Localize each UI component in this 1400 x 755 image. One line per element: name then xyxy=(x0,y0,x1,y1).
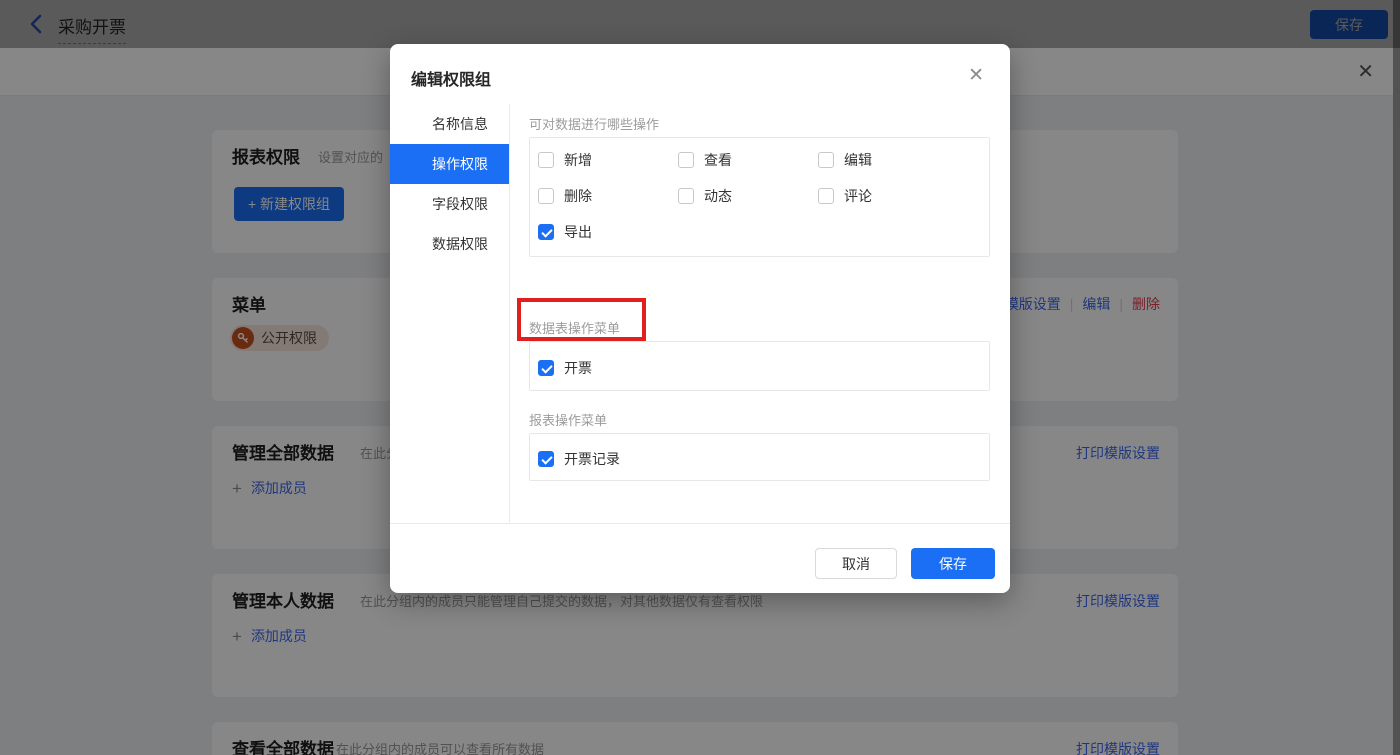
group-label-report-menu: 报表操作菜单 xyxy=(529,410,607,429)
group-label-data-ops: 可对数据进行哪些操作 xyxy=(529,114,659,133)
annotation-highlight-box xyxy=(517,298,646,341)
checkbox-option[interactable]: 开票记录 xyxy=(538,449,620,469)
checkbox-unchecked[interactable] xyxy=(818,152,834,168)
checkbox-unchecked[interactable] xyxy=(818,188,834,204)
checkbox-checked[interactable] xyxy=(538,451,554,467)
checkbox-unchecked[interactable] xyxy=(538,152,554,168)
tab-operation-permission[interactable]: 操作权限 xyxy=(390,144,509,184)
checkbox-option[interactable]: 评论 xyxy=(818,186,872,206)
save-button[interactable]: 保存 xyxy=(911,548,995,579)
tab-name-info[interactable]: 名称信息 xyxy=(390,104,509,144)
checkbox-option[interactable]: 导出 xyxy=(538,222,592,242)
modal-tab-sidebar: 名称信息 操作权限 字段权限 数据权限 xyxy=(390,104,510,523)
checkbox-option[interactable]: 编辑 xyxy=(818,150,872,170)
tab-data-permission[interactable]: 数据权限 xyxy=(390,224,509,264)
checkbox-option[interactable]: 开票 xyxy=(538,358,592,378)
checkbox-checked[interactable] xyxy=(538,224,554,240)
tab-field-permission[interactable]: 字段权限 xyxy=(390,184,509,224)
checkbox-option[interactable]: 查看 xyxy=(678,150,732,170)
cancel-button[interactable]: 取消 xyxy=(815,548,897,579)
topbar-dim-overlay xyxy=(0,0,1400,48)
modal-title: 编辑权限组 xyxy=(411,66,491,90)
modal-footer-divider xyxy=(390,523,1010,524)
checkbox-checked[interactable] xyxy=(538,360,554,376)
checkbox-option[interactable]: 动态 xyxy=(678,186,732,206)
edit-permission-group-modal: 编辑权限组 ✕ 名称信息 操作权限 字段权限 数据权限 可对数据进行哪些操作 新… xyxy=(390,44,1010,593)
report-menu-box: 开票记录 xyxy=(529,433,990,481)
checkbox-option[interactable]: 删除 xyxy=(538,186,592,206)
checkbox-unchecked[interactable] xyxy=(678,152,694,168)
modal-close-icon[interactable]: ✕ xyxy=(968,64,984,87)
data-ops-box: 新增 查看 编辑 删除 动态 评论 导出 xyxy=(529,137,990,257)
checkbox-unchecked[interactable] xyxy=(538,188,554,204)
checkbox-option[interactable]: 新增 xyxy=(538,150,592,170)
checkbox-unchecked[interactable] xyxy=(678,188,694,204)
table-menu-box: 开票 xyxy=(529,341,990,391)
